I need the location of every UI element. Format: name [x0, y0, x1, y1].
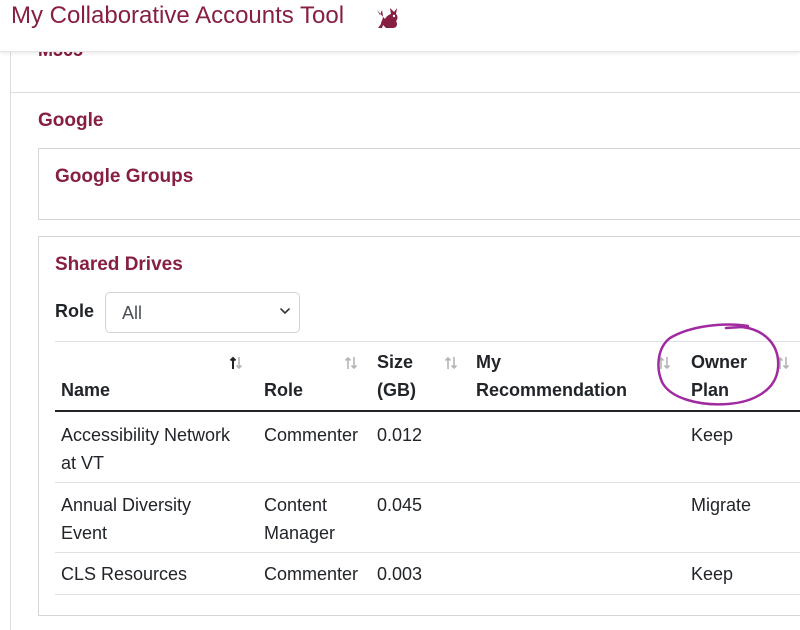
cell-size: 0.045 — [377, 495, 423, 515]
google-groups-card: Google Groups — [38, 148, 800, 220]
role-filter-label: Role — [55, 301, 95, 321]
column-header-role[interactable]: Role — [264, 376, 303, 404]
column-header-recommendation[interactable]: My Recommendation — [476, 348, 627, 404]
sort-icon[interactable] — [776, 355, 790, 371]
cell-name: Annual Diversity Event — [61, 495, 192, 543]
cell-owner-plan: Migrate — [691, 495, 752, 515]
row-divider — [55, 594, 800, 595]
cell-name: Accessibility Network at VT — [61, 425, 231, 473]
chevron-down-icon — [280, 308, 290, 314]
row-divider — [55, 552, 800, 553]
sort-icon[interactable] — [444, 355, 458, 371]
app-header: My Collaborative Accounts Tool — [0, 0, 800, 52]
role-filter-select[interactable]: All — [105, 292, 300, 333]
cell-owner-plan: Keep — [691, 564, 734, 584]
sort-ascending-icon[interactable] — [229, 355, 243, 371]
table-top-border — [55, 341, 800, 342]
role-filter-value: All — [122, 303, 143, 323]
cell-name: CLS Resources — [61, 564, 188, 584]
row-divider — [55, 482, 800, 483]
cell-role: Commenter — [264, 564, 359, 584]
column-header-name[interactable]: Name — [61, 376, 110, 404]
sort-icon[interactable] — [344, 355, 358, 371]
cell-size: 0.012 — [377, 425, 423, 445]
shared-drives-title: Shared Drives — [55, 254, 183, 275]
table-header-border — [55, 410, 800, 412]
shared-drives-card: Shared Drives Role All Name Role Size (G… — [38, 236, 800, 616]
app-title[interactable]: My Collaborative Accounts Tool — [11, 2, 344, 30]
section-divider — [10, 92, 800, 93]
section-title-google: Google — [38, 110, 104, 131]
cell-role: Commenter — [264, 425, 359, 445]
cell-role: Content Manager — [264, 495, 336, 543]
cell-size: 0.003 — [377, 564, 423, 584]
column-header-size[interactable]: Size (GB) — [377, 348, 416, 404]
google-groups-title: Google Groups — [55, 166, 194, 187]
cell-owner-plan: Keep — [691, 425, 734, 445]
sort-icon[interactable] — [657, 355, 671, 371]
column-header-owner-plan[interactable]: Owner Plan — [691, 348, 747, 404]
cat-icon — [377, 8, 398, 28]
